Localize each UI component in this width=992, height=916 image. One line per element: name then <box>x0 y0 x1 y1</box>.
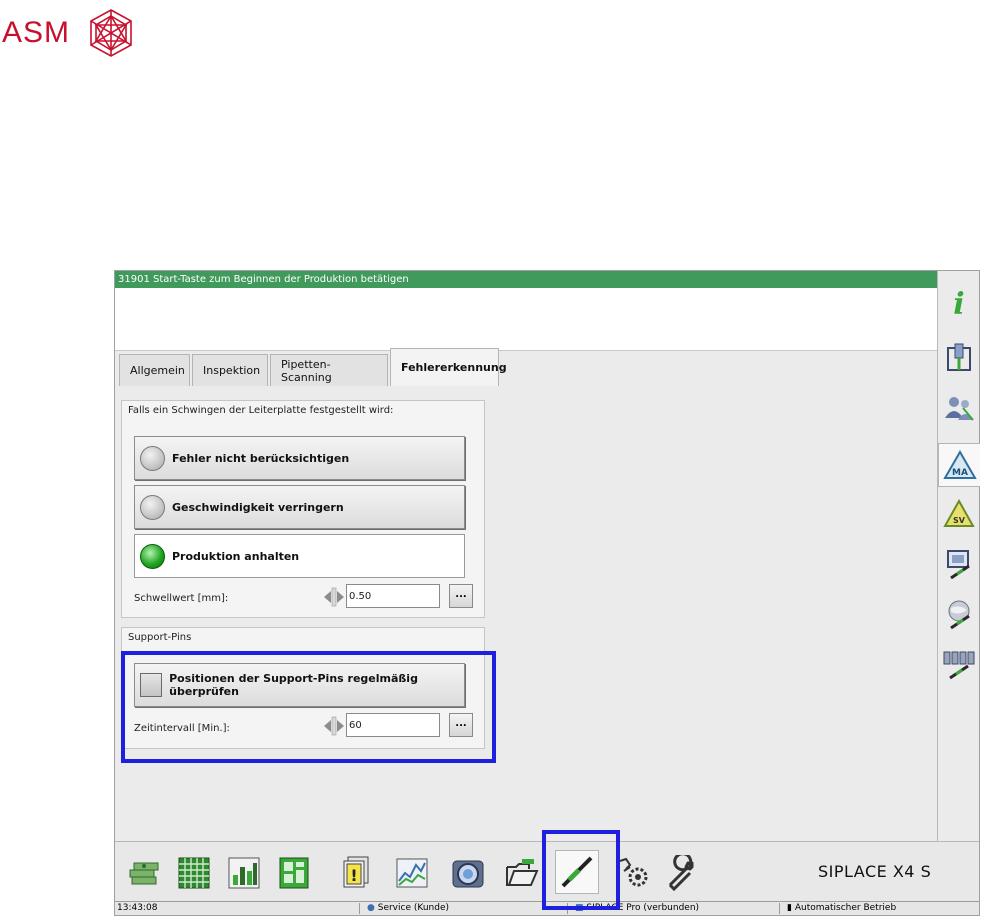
machine-name: SIPLACE X4 S <box>818 862 932 881</box>
radio-indicator <box>140 445 165 471</box>
info-icon[interactable]: i <box>942 285 976 319</box>
siplace-screen: 31901 Start-Taste zum Beginnen der Produ… <box>114 270 980 916</box>
machine-pipette-icon[interactable] <box>942 341 976 375</box>
wrench-icon[interactable] <box>663 854 701 892</box>
camera-icon[interactable] <box>449 854 487 892</box>
threshold-keypad-button[interactable]: ... <box>449 584 473 608</box>
option-stop-production-button[interactable]: Produktion anhalten <box>134 534 465 578</box>
user-label: Service (Kunde) <box>377 903 449 913</box>
clock-time: 13:43:08 <box>117 903 158 913</box>
threshold-input[interactable] <box>346 584 440 608</box>
asm-logo-text: ASM <box>2 16 71 49</box>
support-group-title: Support-Pins <box>128 632 192 643</box>
mode-label: Automatischer Betrieb <box>794 903 897 913</box>
support-pins-highlight-box <box>121 651 496 763</box>
open-folder-icon[interactable] <box>503 854 541 892</box>
tab-pipetten-scanning[interactable]: Pipetten-Scanning <box>270 354 388 386</box>
user-status: ● Service (Kunde) <box>367 902 449 915</box>
mode-status: ▮ Automatischer Betrieb <box>787 902 896 915</box>
separator <box>779 903 780 914</box>
users-icon[interactable] <box>942 391 976 425</box>
bar-chart-icon[interactable] <box>225 854 263 892</box>
option-reduce-speed-button[interactable]: Geschwindigkeit verringern <box>134 485 465 529</box>
spin-arrows-icon[interactable] <box>323 586 345 608</box>
option-label: Geschwindigkeit verringern <box>172 500 344 514</box>
option-label: Produktion anhalten <box>172 549 300 563</box>
sv-triangle-icon[interactable]: SV <box>942 497 976 531</box>
grid-table-icon[interactable] <box>175 854 213 892</box>
feeders-screwdriver-icon[interactable] <box>942 647 976 681</box>
swing-group-title: Falls ein Schwingen der Leiterplatte fes… <box>128 405 394 416</box>
gears-icon[interactable] <box>615 854 653 892</box>
ma-triangle-icon[interactable]: MA <box>938 443 980 487</box>
monitor-screwdriver-icon[interactable] <box>942 547 976 581</box>
screwdriver-highlight-box <box>542 830 620 910</box>
tab-fehlererkennung[interactable]: Fehlererkennung <box>390 348 507 386</box>
user-icon: ● <box>367 903 375 913</box>
threshold-label: Schwellwert [mm]: <box>134 593 229 604</box>
svg-text:MA: MA <box>952 468 968 478</box>
svg-text:i: i <box>953 287 964 318</box>
board-layout-icon[interactable] <box>275 854 313 892</box>
radio-indicator <box>140 494 165 520</box>
globe-screwdriver-icon[interactable] <box>942 597 976 631</box>
swing-detection-group: Falls ein Schwingen der Leiterplatte fes… <box>121 400 485 618</box>
asm-logo-mark-icon <box>90 9 132 57</box>
tab-inspektion[interactable]: Inspektion <box>192 354 268 386</box>
option-label: Fehler nicht berücksichtigen <box>172 451 350 465</box>
mode-icon: ▮ <box>787 903 792 913</box>
trend-chart-icon[interactable] <box>393 854 431 892</box>
warning-docs-icon[interactable]: ! <box>337 854 375 892</box>
tab-bar: Allgemein Inspektion Pipetten-Scanning F… <box>119 346 507 386</box>
asm-logo: ASM <box>0 8 136 58</box>
money-stack-icon[interactable] <box>125 854 163 892</box>
message-area <box>115 288 937 350</box>
radio-indicator-selected <box>140 543 165 569</box>
separator <box>359 903 360 914</box>
status-message-bar: 31901 Start-Taste zum Beginnen der Produ… <box>115 271 937 288</box>
option-ignore-error-button[interactable]: Fehler nicht berücksichtigen <box>134 436 465 480</box>
right-sidebar: i MA SV <box>937 271 980 841</box>
svg-text:!: ! <box>350 866 357 885</box>
content-panel: Allgemein Inspektion Pipetten-Scanning F… <box>115 348 937 841</box>
svg-text:SV: SV <box>953 516 966 525</box>
tab-allgemein[interactable]: Allgemein <box>119 354 190 386</box>
